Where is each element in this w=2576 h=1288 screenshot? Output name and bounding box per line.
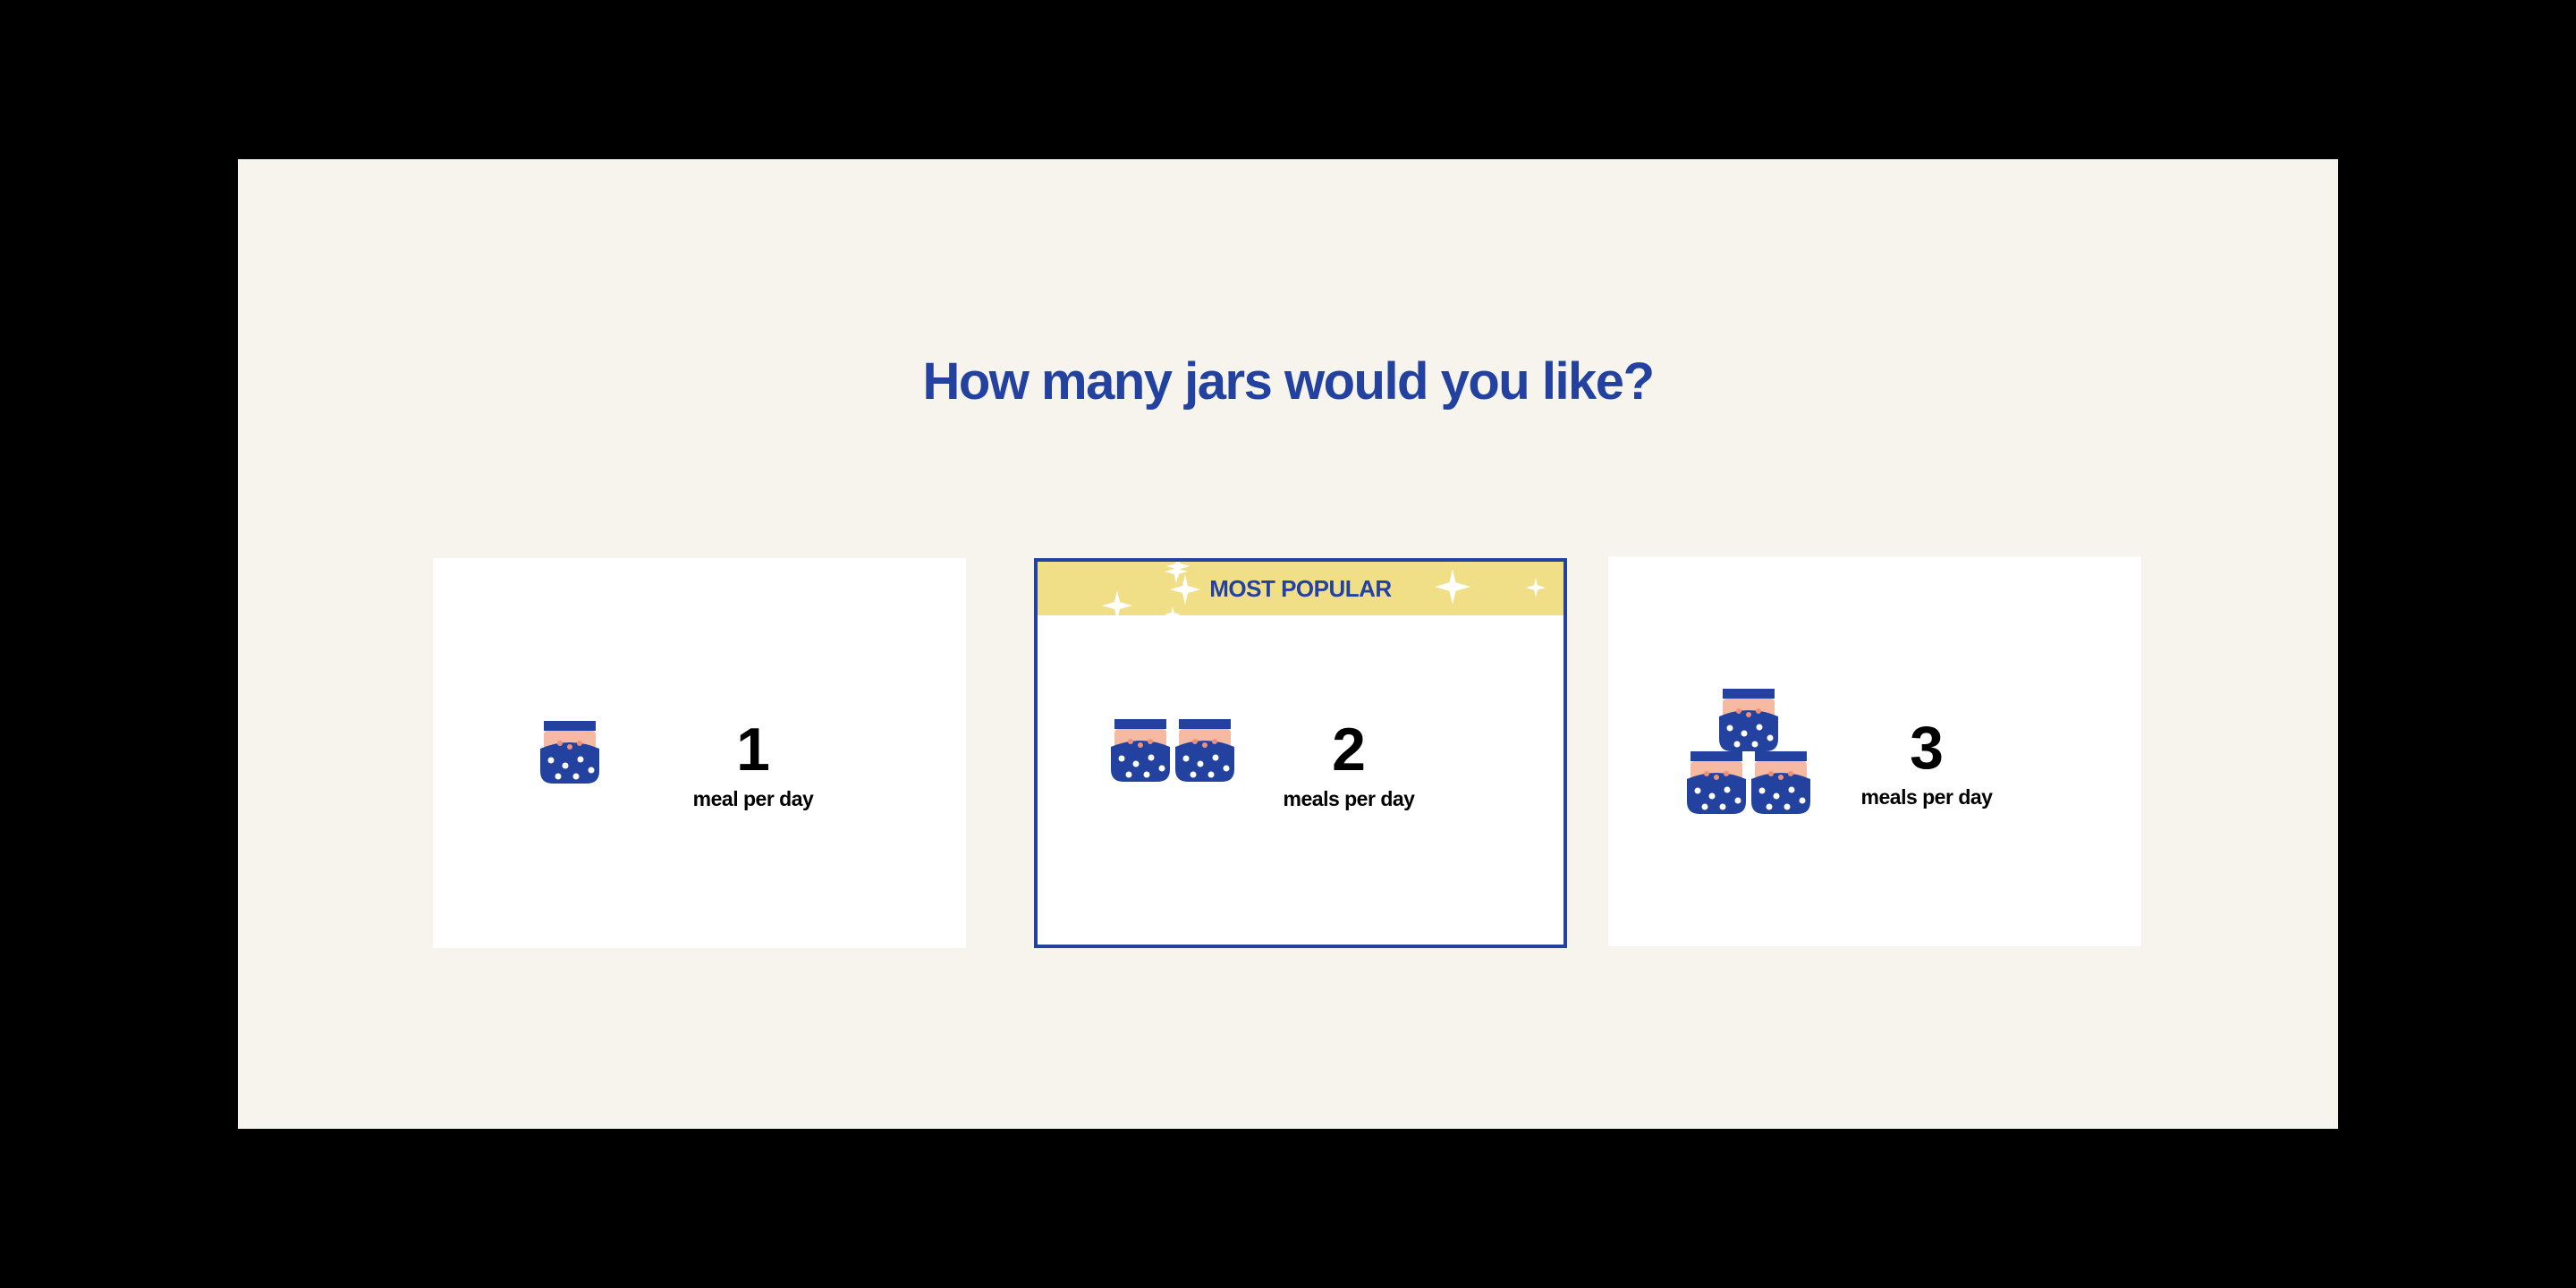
meal-count-label: meals per day <box>1283 787 1415 810</box>
meal-count: 2 meals per day <box>1250 719 1447 811</box>
jar-group <box>1111 719 1236 786</box>
most-popular-badge: MOST POPULAR <box>1209 575 1392 602</box>
meal-count-number: 2 <box>1332 716 1366 784</box>
page-title: How many jars would you like? <box>922 352 1655 411</box>
jar-group <box>1687 689 1810 818</box>
jar-icon <box>540 721 599 784</box>
meal-count-number: 3 <box>1910 714 1944 782</box>
option-card-2-meals[interactable]: MOST POPULAR 2 meals per day <box>1034 558 1567 948</box>
jar-group <box>540 721 599 788</box>
meal-count-label: meals per day <box>1860 785 1993 809</box>
jar-icon <box>1687 689 1810 814</box>
meal-count: 1 meal per day <box>655 719 852 811</box>
option-card-3-meals[interactable]: 3 meals per day <box>1608 556 2141 946</box>
option-card-1-meal[interactable]: 1 meal per day <box>433 558 966 948</box>
most-popular-banner: MOST POPULAR <box>1038 562 1563 615</box>
jar-selection-panel: How many jars would you like? 1 meal per… <box>238 159 2338 1129</box>
meal-count: 3 meals per day <box>1828 717 2025 809</box>
meal-count-number: 1 <box>736 716 770 784</box>
meal-count-label: meal per day <box>692 787 814 810</box>
jar-icon <box>1111 719 1234 782</box>
